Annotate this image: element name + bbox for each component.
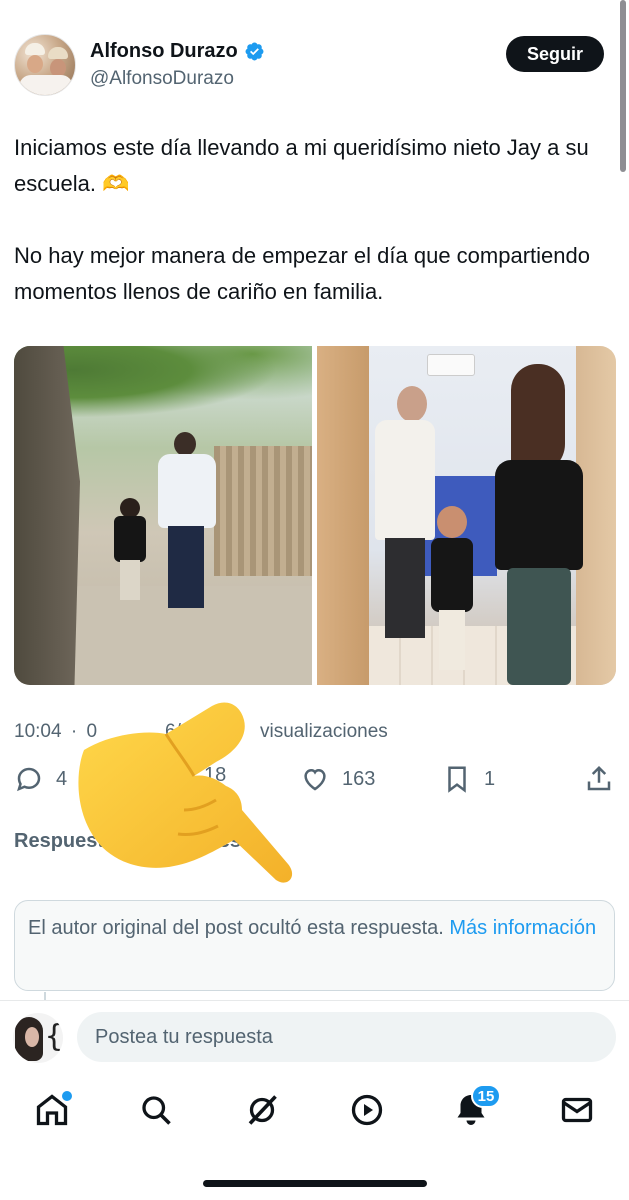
heart-icon <box>304 768 326 791</box>
grok-icon <box>248 1095 277 1125</box>
tab-video[interactable] <box>349 1092 385 1128</box>
author-name[interactable]: Alfonso Durazo <box>90 40 238 63</box>
search-icon <box>142 1096 171 1125</box>
photo-at-classroom-door[interactable] <box>317 346 616 685</box>
video-icon <box>351 1094 383 1126</box>
thread-line <box>44 992 46 1000</box>
post-media <box>14 346 616 685</box>
reply-action[interactable]: 4 <box>14 764 67 794</box>
my-avatar[interactable]: { <box>13 1013 63 1063</box>
post-header: Alfonso Durazo @AlfonsoDurazo Seguir <box>14 34 604 98</box>
tab-notifications[interactable]: 15 <box>453 1084 501 1128</box>
scrollbar[interactable] <box>620 0 626 172</box>
tab-grok[interactable] <box>244 1092 280 1128</box>
share-icon <box>587 765 611 791</box>
post-text: Iniciamos este día llevando a mi queridí… <box>14 130 614 310</box>
like-count: 163 <box>342 767 376 790</box>
tab-home[interactable] <box>34 1089 74 1128</box>
bookmark-count: 1 <box>484 767 496 790</box>
post-time: 10:04 <box>14 721 62 742</box>
bookmark-icon <box>448 766 466 793</box>
bottom-tab-bar: 15 <box>0 1078 629 1148</box>
backhand-index-pointing-down-emoji <box>78 702 293 883</box>
tab-search[interactable] <box>138 1092 174 1128</box>
like-action[interactable]: 163 <box>300 764 375 794</box>
hidden-reply-notice: El autor original del post ocultó esta r… <box>14 900 615 991</box>
tab-messages[interactable] <box>559 1092 595 1128</box>
notifications-badge: 15 <box>471 1084 501 1108</box>
hidden-reply-text: El autor original del post ocultó esta r… <box>28 917 444 939</box>
follow-button[interactable]: Seguir <box>506 36 604 72</box>
bookmark-action[interactable]: 1 <box>442 764 495 794</box>
mail-icon <box>561 1097 593 1123</box>
author-name-row[interactable]: Alfonso Durazo <box>90 40 265 63</box>
home-new-dot <box>60 1089 74 1103</box>
share-action[interactable] <box>584 764 614 794</box>
more-info-link[interactable]: Más información <box>449 917 596 939</box>
reply-icon <box>17 767 41 792</box>
photo-walking-to-school[interactable] <box>14 346 312 685</box>
reply-input[interactable]: Postea tu respuesta <box>77 1012 616 1062</box>
verified-badge-icon <box>245 42 264 61</box>
home-indicator[interactable] <box>203 1180 427 1187</box>
author-handle[interactable]: @AlfonsoDurazo <box>90 68 234 90</box>
author-avatar[interactable] <box>14 34 76 96</box>
reply-composer: { Postea tu respuesta <box>0 1001 629 1073</box>
post-paragraph-1: Iniciamos este día llevando a mi queridí… <box>14 135 589 196</box>
post-paragraph-2: No hay mejor manera de empezar el día qu… <box>14 243 590 304</box>
